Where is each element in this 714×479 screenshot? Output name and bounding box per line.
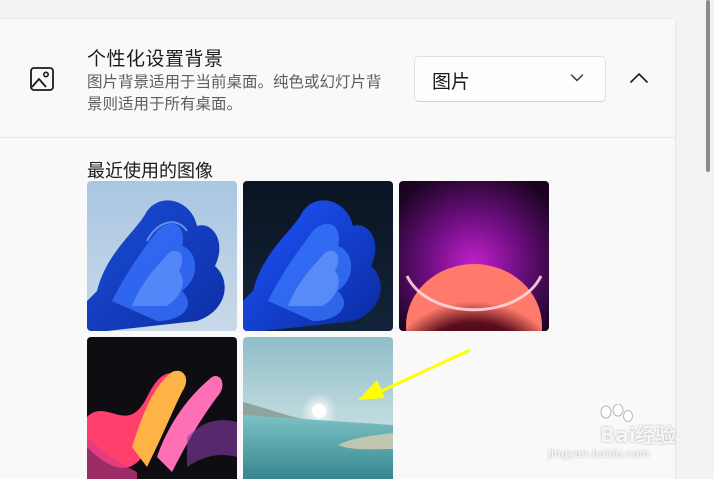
watermark-url: jingyan.baidu.com [548,447,650,460]
setting-title: 个性化设置背景 [87,48,224,70]
scrollbar-thumb[interactable] [706,0,710,172]
chevron-up-icon[interactable] [625,64,653,92]
background-setting-row[interactable]: 个性化设置背景 图片背景适用于当前桌面。纯色或幻灯片背景则适用于所有桌面。 图片 [0,19,675,138]
picture-icon [30,67,54,91]
bloom-light-image [87,181,237,331]
scrollbar[interactable] [704,0,710,479]
recent-image-ribbon-flow[interactable] [87,337,237,479]
sunrise-lake-image [243,337,393,479]
recent-image-sunrise-lake[interactable] [243,337,393,479]
recent-images-label: 最近使用的图像 [87,161,213,182]
recent-image-bloom-dark[interactable] [243,181,393,331]
setting-description: 图片背景适用于当前桌面。纯色或幻灯片背景则适用于所有桌面。 [87,73,382,113]
dropdown-selected-value: 图片 [432,71,471,93]
bloom-dark-image [243,181,393,331]
purple-glow-image [399,181,549,331]
watermark-brand: Bai经验 [600,423,676,447]
recent-image-purple-glow[interactable] [399,181,549,331]
background-type-dropdown[interactable]: 图片 [414,56,606,102]
recent-image-bloom-light[interactable] [87,181,237,331]
settings-page: 个性化设置背景 图片背景适用于当前桌面。纯色或幻灯片背景则适用于所有桌面。 图片… [0,0,714,479]
ribbon-flow-image [87,337,237,479]
chevron-down-icon [570,74,584,82]
